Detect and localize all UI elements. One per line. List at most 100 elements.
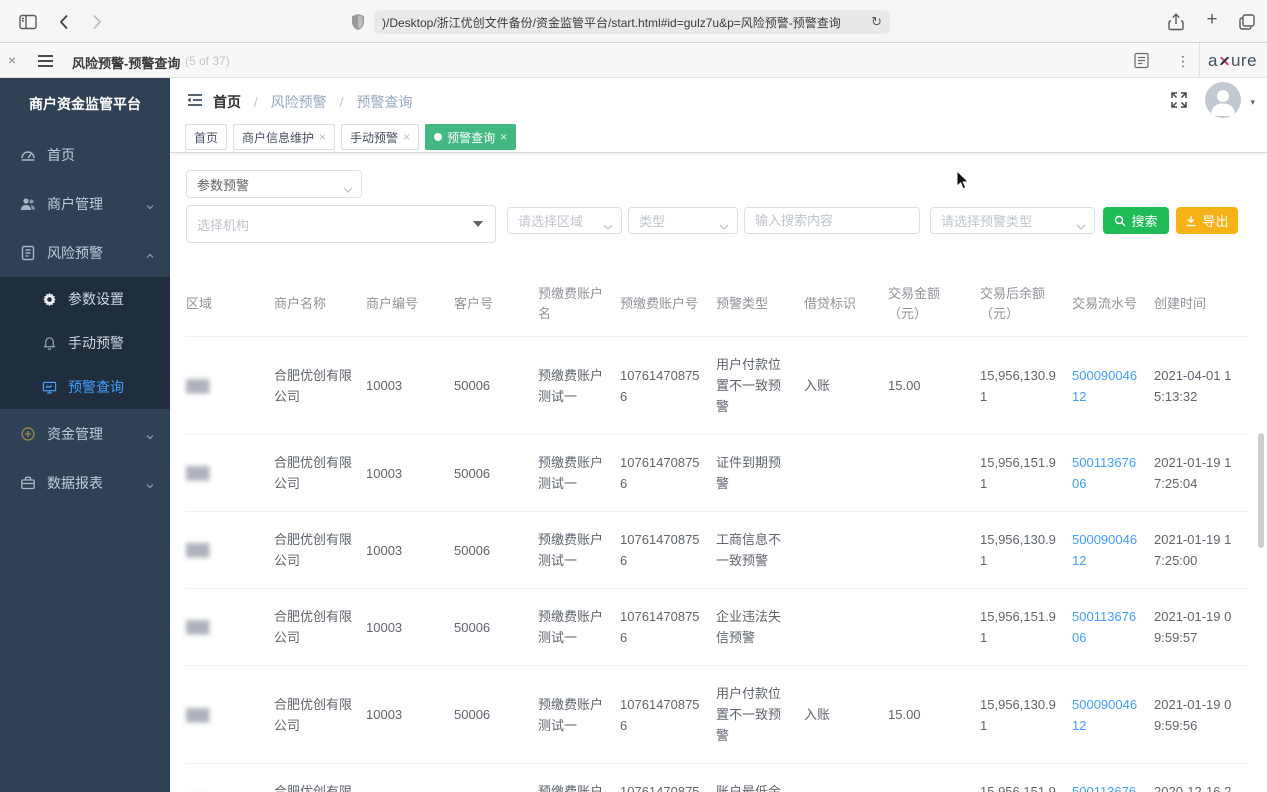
- chevron-down-icon: [145, 429, 155, 440]
- download-icon: [1186, 215, 1196, 226]
- type-select[interactable]: 类型: [628, 207, 738, 234]
- sidebar-item-home[interactable]: 首页: [0, 130, 170, 179]
- organization-select[interactable]: 选择机构: [186, 205, 496, 243]
- cell-balance: 15,956,151.91: [980, 434, 1072, 512]
- axure-page-counter: (5 of 37): [185, 54, 230, 68]
- close-icon[interactable]: ×: [8, 52, 16, 68]
- search-input[interactable]: [755, 213, 895, 228]
- serial-no-link[interactable]: 50009004612: [1072, 368, 1137, 404]
- table-row: ███ 合肥优创有限公司1000350006预缴费账户测试一10761470875…: [186, 511, 1250, 589]
- cell-merchant-no: 10003: [366, 763, 454, 792]
- reload-icon[interactable]: ↻: [871, 14, 882, 30]
- export-button[interactable]: 导出: [1176, 207, 1238, 234]
- privacy-shield-icon[interactable]: [350, 13, 366, 31]
- cell-prepay-account-name: 预缴费账户测试一: [538, 434, 620, 512]
- col-debit-flag: 借贷标识: [804, 272, 888, 337]
- axure-x-icon: [1219, 55, 1230, 66]
- cell-serial-no[interactable]: 50009004612: [1072, 665, 1154, 764]
- tag-close-icon[interactable]: ×: [500, 130, 507, 144]
- col-merchant-name: 商户名称: [274, 272, 366, 337]
- tag-manual-warning[interactable]: 手动预警 ×: [341, 124, 420, 150]
- search-button[interactable]: 搜索: [1103, 207, 1169, 234]
- cell-prepay-account-name: 预缴费账户测试一: [538, 763, 620, 792]
- sidebar-item-funds[interactable]: 资金管理: [0, 409, 170, 458]
- url-bar[interactable]: )/Desktop/浙江优创文件备份/资金监管平台/start.html#id=…: [374, 10, 890, 34]
- breadcrumb-warning-query[interactable]: 预警查询: [356, 94, 412, 110]
- kebab-menu-icon[interactable]: ⋮: [1176, 53, 1190, 70]
- serial-no-link[interactable]: 50011367606: [1072, 609, 1136, 645]
- cell-region: ███: [186, 665, 274, 764]
- region-redacted-text: ███: [186, 707, 209, 722]
- cell-merchant-name: 合肥优创有限公司: [274, 336, 366, 435]
- col-prepay-account-name: 预缴费账户名: [538, 272, 620, 337]
- sidebar-collapse-icon[interactable]: [186, 91, 204, 109]
- tag-merchant-info[interactable]: 商户信息维护 ×: [233, 124, 336, 150]
- forward-icon[interactable]: [86, 12, 106, 32]
- cell-created-at: 2021-01-19 17:25:04: [1154, 434, 1250, 512]
- axure-menu-icon[interactable]: [38, 55, 53, 67]
- cell-created-at: 2020-12-16 23:50:34: [1154, 763, 1250, 792]
- serial-no-link[interactable]: 50009004612: [1072, 532, 1137, 568]
- sidebar-item-label: 首页: [47, 146, 75, 163]
- cell-region: ███: [186, 336, 274, 435]
- region-redacted-text: ███: [186, 466, 209, 480]
- region-select[interactable]: 请选择区域: [507, 207, 622, 234]
- cell-serial-no[interactable]: 50009004612: [1072, 511, 1154, 589]
- region-redacted-text: ███: [186, 378, 209, 393]
- sidebar-item-risk-warning[interactable]: 风险预警: [0, 228, 170, 277]
- sidebar-item-label: 资金管理: [47, 425, 103, 442]
- chevron-down-icon: [343, 181, 353, 193]
- cell-customer-no: 50006: [454, 665, 538, 764]
- cell-warning-type: 企业违法失信预警: [716, 588, 804, 666]
- cell-serial-no[interactable]: 50011367606: [1072, 763, 1154, 792]
- serial-no-link[interactable]: 50011367606: [1072, 784, 1136, 792]
- cell-serial-no[interactable]: 50011367606: [1072, 588, 1154, 666]
- tag-close-icon[interactable]: ×: [403, 130, 410, 144]
- tag-home[interactable]: 首页: [185, 124, 228, 150]
- table-row: ███ 合肥优创有限公司1000350006预缴费账户测试一10761470875…: [186, 336, 1250, 435]
- region-redacted-text: ███: [186, 620, 209, 634]
- cell-amount: 15.00: [888, 665, 980, 764]
- sidebar-item-merchants[interactable]: 商户管理: [0, 179, 170, 228]
- sidebar-item-parameter-settings[interactable]: 参数设置: [0, 277, 170, 321]
- scrollbar-thumb[interactable]: [1258, 433, 1264, 548]
- serial-no-link[interactable]: 50009004612: [1072, 697, 1137, 733]
- breadcrumb: 首页 / 风险预警 / 预警查询: [213, 94, 413, 110]
- col-amount: 交易金额（元）: [888, 272, 980, 337]
- sidebar-item-warning-query[interactable]: 预警查询: [0, 365, 170, 409]
- cell-region: ███: [186, 763, 274, 792]
- cell-serial-no[interactable]: 50009004612: [1072, 336, 1154, 435]
- avatar-caret-icon[interactable]: ▾: [1250, 97, 1255, 108]
- avatar[interactable]: [1205, 82, 1241, 118]
- breadcrumb-home[interactable]: 首页: [213, 94, 241, 110]
- tag-close-icon[interactable]: ×: [319, 130, 326, 144]
- sidebar-item-label: 参数设置: [68, 291, 124, 307]
- fullscreen-icon[interactable]: [1170, 91, 1188, 109]
- document-icon: [20, 245, 36, 261]
- warning-type-select[interactable]: 请选择预警类型: [930, 207, 1095, 234]
- browser-sidebar-icon[interactable]: [18, 12, 38, 32]
- cell-merchant-name: 合肥优创有限公司: [274, 434, 366, 512]
- cell-customer-no: 50006: [454, 434, 538, 512]
- table-row: ███ 合肥优创有限公司1000350006预缴费账户测试一10761470875…: [186, 434, 1250, 512]
- new-tab-icon[interactable]: +: [1202, 9, 1222, 30]
- notes-panel-icon[interactable]: [1133, 52, 1150, 69]
- serial-no-link[interactable]: 50011367606: [1072, 455, 1136, 491]
- cell-merchant-name: 合肥优创有限公司: [274, 588, 366, 666]
- cell-merchant-no: 10003: [366, 665, 454, 764]
- breadcrumb-risk-warning[interactable]: 风险预警: [271, 94, 327, 110]
- tag-warning-query[interactable]: 预警查询 ×: [425, 124, 517, 150]
- cell-prepay-account-no: 107614708756: [620, 665, 716, 764]
- sidebar-item-label: 商户管理: [47, 195, 103, 212]
- cell-debit-flag: [804, 434, 888, 512]
- col-merchant-no: 商户编号: [366, 272, 454, 337]
- cell-serial-no[interactable]: 50011367606: [1072, 434, 1154, 512]
- back-icon[interactable]: [55, 12, 75, 32]
- tabs-overview-icon[interactable]: [1237, 12, 1257, 32]
- browser-toolbar: )/Desktop/浙江优创文件备份/资金监管平台/start.html#id=…: [0, 0, 1267, 43]
- sidebar-item-manual-warning[interactable]: 手动预警: [0, 321, 170, 365]
- share-icon[interactable]: [1166, 12, 1186, 32]
- sidebar-item-reports[interactable]: 数据报表: [0, 458, 170, 507]
- bell-icon: [42, 336, 57, 351]
- warning-mode-select[interactable]: 参数预警: [186, 170, 362, 198]
